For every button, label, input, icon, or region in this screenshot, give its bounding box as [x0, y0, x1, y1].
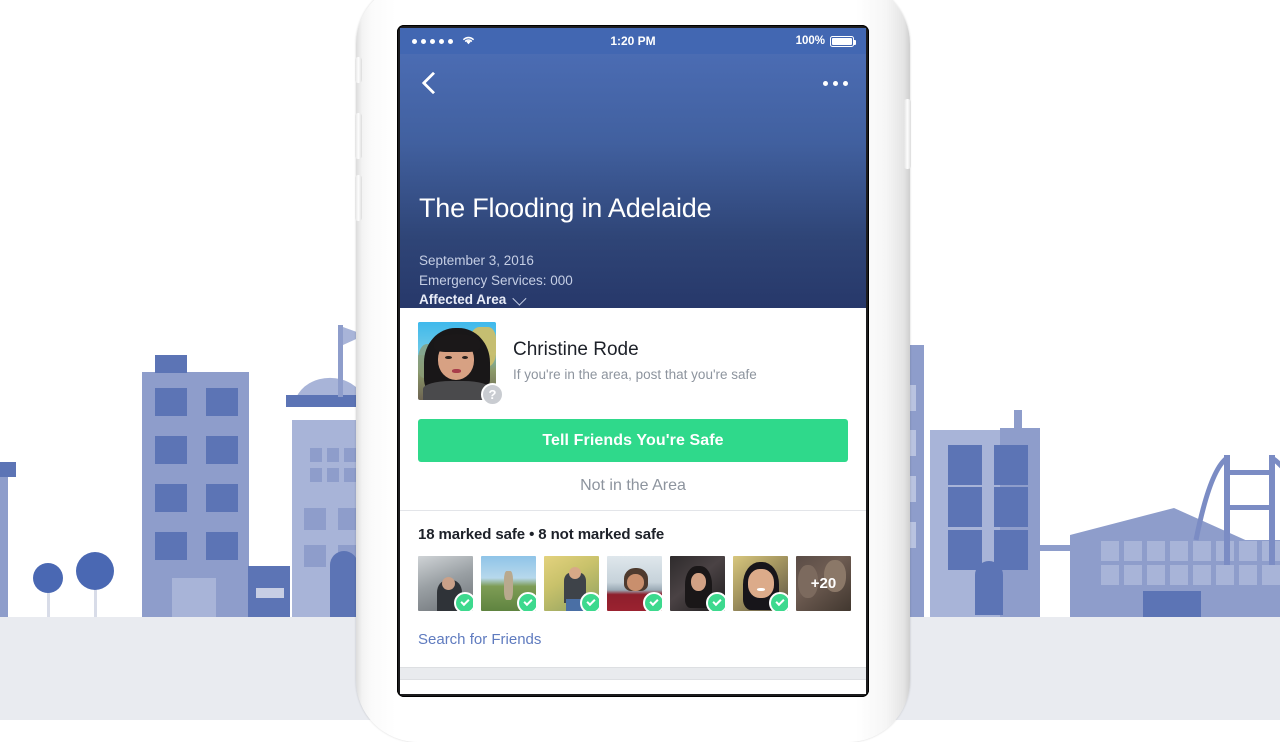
affected-area-toggle[interactable]: Affected Area: [419, 290, 573, 310]
avatar[interactable]: ?: [418, 322, 504, 406]
phone-screen: 1:20 PM 100% The Flooding in Adelaide Se…: [400, 28, 866, 694]
emergency-services: Emergency Services: 000: [419, 272, 573, 288]
friend-thumb-5[interactable]: [670, 556, 725, 611]
safety-prompt: If you're in the area, post that you're …: [513, 367, 757, 382]
signal-dot: [439, 38, 444, 44]
mute-switch[interactable]: [355, 57, 362, 83]
not-in-area-button[interactable]: Not in the Area: [418, 462, 848, 510]
tell-friends-safe-button[interactable]: Tell Friends You're Safe: [418, 419, 848, 462]
safe-check-icon: [454, 592, 473, 611]
search-for-friends-link[interactable]: Search for Friends: [418, 611, 848, 667]
friend-thumbnails: +20: [418, 556, 851, 611]
friend-thumb-1[interactable]: [418, 556, 473, 611]
friend-thumb-3[interactable]: [544, 556, 599, 611]
profile-row: ? Christine Rode If you're in the area, …: [418, 308, 848, 406]
safe-check-icon: [517, 592, 536, 611]
more-options-icon[interactable]: [823, 80, 848, 86]
profile-text: Christine Rode If you're in the area, po…: [496, 322, 757, 385]
friend-thumb-6[interactable]: [733, 556, 788, 611]
safe-check-icon: [769, 592, 788, 611]
battery-icon: [830, 35, 856, 47]
page-title: The Flooding in Adelaide: [419, 193, 712, 223]
overflow-count-label: +20: [810, 575, 837, 592]
header-meta: September 3, 2016 Emergency Services: 00…: [419, 251, 573, 310]
phone-mockup: 1:20 PM 100% The Flooding in Adelaide Se…: [355, 0, 911, 742]
signal-dot: [421, 38, 426, 44]
user-name: Christine Rode: [513, 339, 639, 360]
safe-check-icon: [643, 592, 662, 611]
signal-dot: [448, 38, 453, 44]
safe-check-icon: [580, 592, 599, 611]
signal-dot: [430, 38, 435, 44]
chevron-down-icon: [512, 291, 527, 306]
friend-thumb-2[interactable]: [481, 556, 536, 611]
friends-section: 18 marked safe • 8 not marked safe +20 S…: [418, 511, 851, 667]
power-button[interactable]: [904, 99, 911, 169]
volume-up-button[interactable]: [355, 113, 362, 159]
safe-counts-label: 18 marked safe • 8 not marked safe: [418, 526, 665, 543]
section-gap: [400, 667, 866, 680]
nav-row: [418, 54, 848, 112]
signal-dot: [412, 38, 417, 44]
event-header: The Flooding in Adelaide September 3, 20…: [400, 54, 866, 308]
wifi-icon: [461, 34, 476, 48]
status-unknown-badge[interactable]: ?: [481, 383, 504, 406]
back-chevron-icon[interactable]: [418, 72, 440, 94]
friend-thumb-4[interactable]: [607, 556, 662, 611]
find-help-row[interactable]: Find Help 218 posts: [418, 680, 848, 694]
friend-thumb-overflow[interactable]: +20: [796, 556, 851, 611]
battery-percent-label: 100%: [795, 35, 825, 47]
volume-down-button[interactable]: [355, 175, 362, 221]
event-date: September 3, 2016: [419, 253, 534, 268]
status-bar: 1:20 PM 100%: [400, 28, 866, 54]
affected-area-label: Affected Area: [419, 292, 507, 307]
safe-check-icon: [706, 592, 725, 611]
status-bar-right: 100%: [633, 35, 856, 47]
status-bar-left: [412, 34, 633, 48]
safety-check-card: ? Christine Rode If you're in the area, …: [400, 308, 866, 694]
